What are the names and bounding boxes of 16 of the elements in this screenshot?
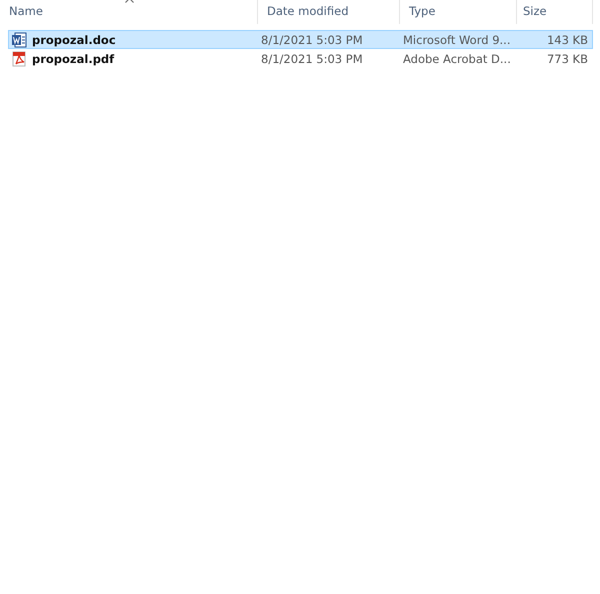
file-name: propozal.doc <box>32 32 116 46</box>
date-modified: 8/1/2021 5:03 PM <box>261 52 363 66</box>
file-type: Microsoft Word 9... <box>403 32 510 46</box>
date-modified: 8/1/2021 5:03 PM <box>261 32 363 46</box>
file-type: Adobe Acrobat D... <box>403 52 511 66</box>
word-document-icon <box>11 32 27 48</box>
column-header[interactable]: Date modified <box>258 0 400 24</box>
file-name: propozal.pdf <box>32 52 114 66</box>
column-header[interactable]: Size <box>517 0 593 24</box>
file-row[interactable]: propozal.doc 8/1/2021 5:03 PM Microsoft Word 9... 143 KB <box>8 30 593 49</box>
column-header[interactable]: Name <box>0 0 258 24</box>
file-size: 143 KB <box>546 32 588 46</box>
file-row[interactable]: propozal.pdf 8/1/2021 5:03 PM Adobe Acrobat D... 773 KB <box>8 49 593 68</box>
pdf-document-icon <box>11 50 27 66</box>
column-header[interactable]: Type <box>400 0 517 24</box>
file-size: 773 KB <box>546 52 588 66</box>
